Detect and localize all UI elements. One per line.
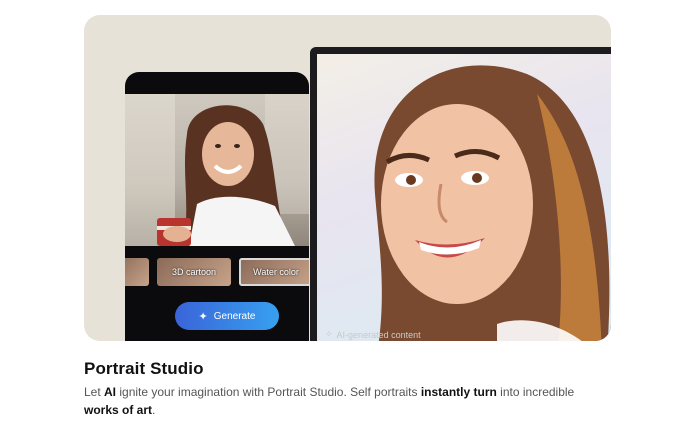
style-filter-label: 3D cartoon [171,267,217,277]
style-filter-3d-cartoon[interactable]: 3D cartoon [157,258,231,286]
description-emphasis: instantly turn [420,385,497,399]
description-emphasis: AI [104,385,117,399]
description-text: Let [84,385,105,399]
generate-label: Generate [213,310,256,322]
feature-description: Let AI ignite your imagination with Port… [84,383,604,419]
style-filter[interactable] [125,258,149,286]
phone-mockup: 3D cartoon Water color ✦ Generate [125,72,309,341]
description-text: into incredible [496,385,575,399]
generate-button[interactable]: ✦ Generate [175,302,279,330]
hero-image: 3D cartoon Water color ✦ Generate ✧ AI-g… [84,15,611,341]
description-text: . [152,403,156,417]
style-filter-water-color[interactable]: Water color [239,258,309,286]
style-filter-label: Water color [253,267,299,277]
description-emphasis: works of art [84,403,153,417]
watercolor-portrait: ✧ AI-generated content [317,54,611,341]
feature-title: Portrait Studio [84,359,204,378]
style-filter-list: 3D cartoon Water color [125,258,309,288]
sparkle-icon: ✦ [198,310,208,323]
tablet-mockup: ✧ AI-generated content [310,47,611,341]
description-text: ignite your imagination with Portrait St… [116,385,421,399]
ai-generated-watermark: ✧ AI-generated content [325,329,421,340]
ai-sparkle-icon: ✧ [325,329,333,339]
watermark-text: AI-generated content [336,329,421,340]
original-photo [125,94,309,246]
